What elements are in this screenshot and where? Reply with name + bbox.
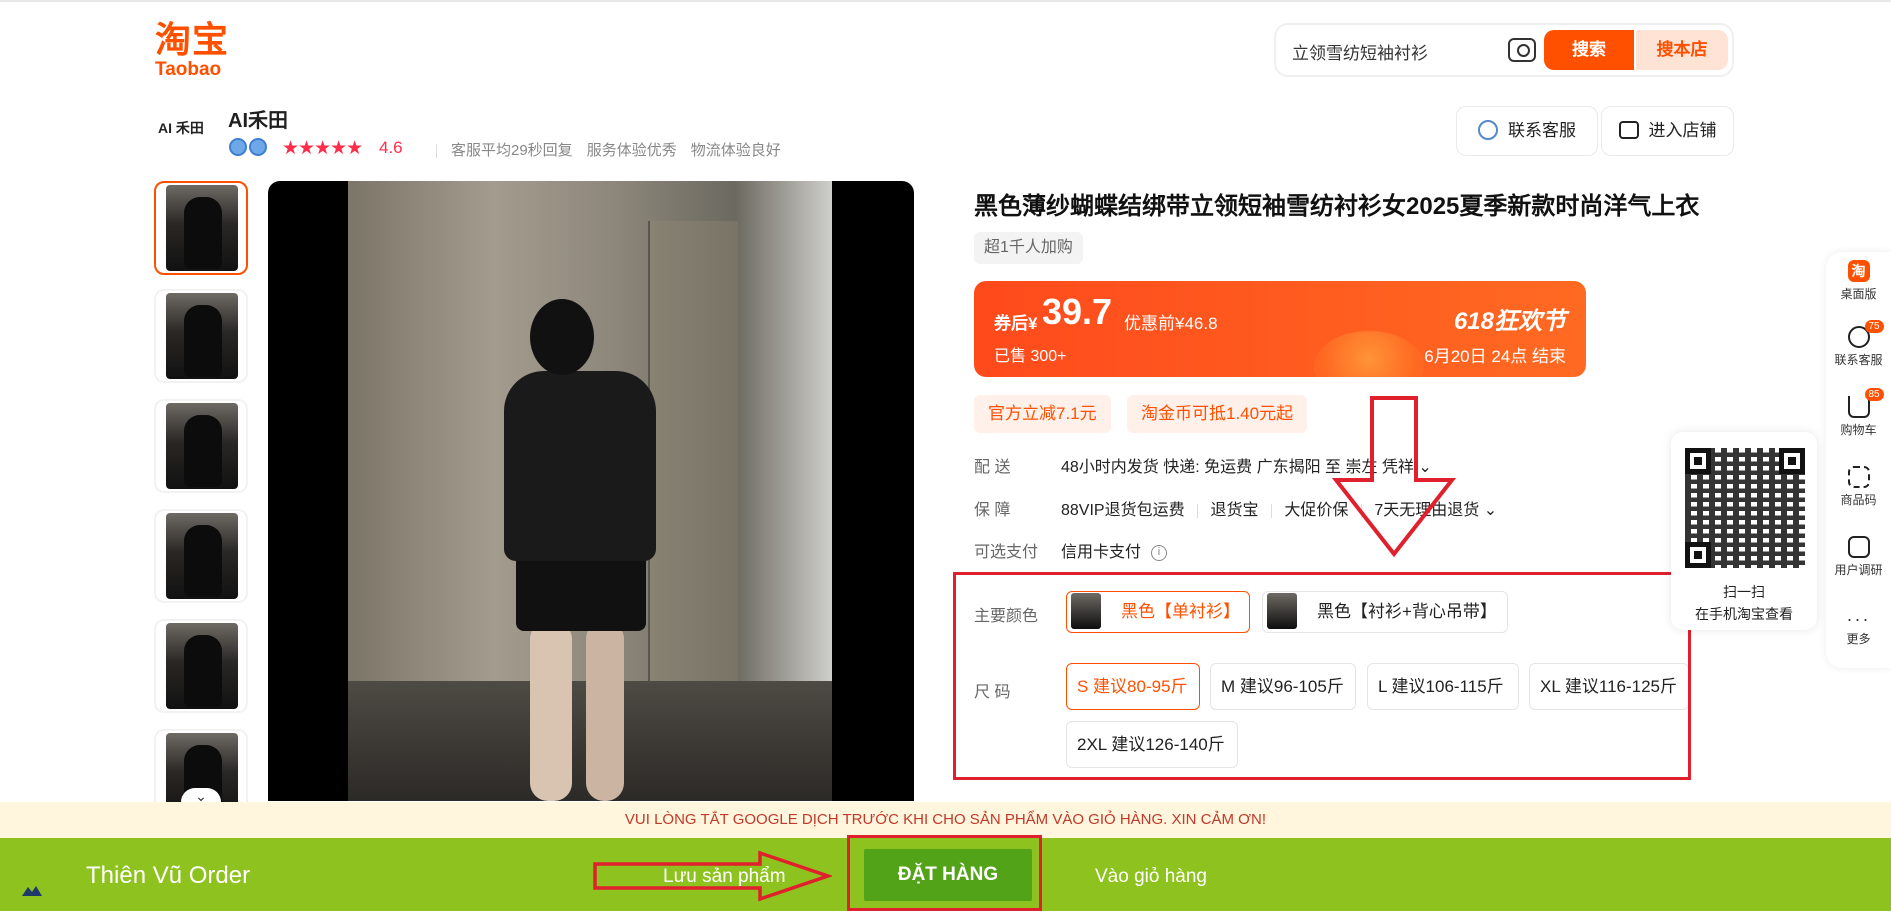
original-price: 优惠前¥46.8 (1124, 314, 1218, 333)
google-translate-warning: VUI LÒNG TẮT GOOGLE DỊCH TRƯỚC KHI CHO S… (0, 802, 1891, 838)
contact-service-label: 联系客服 (1508, 121, 1576, 140)
camera-icon[interactable] (1508, 38, 1536, 62)
price-label: 券后¥ (994, 314, 1038, 333)
thumbnail-2[interactable] (154, 289, 248, 383)
thumbnail-4[interactable] (154, 509, 248, 603)
main-product-image[interactable] (268, 181, 914, 801)
payment-method: 信用卡支付 (1061, 544, 1142, 561)
qr-code-icon (1847, 466, 1870, 488)
qr-popup: 扫一扫 在手机淘宝查看 (1671, 432, 1817, 630)
rating-stars: ★★★★★ (282, 138, 363, 159)
annotation-highlight-box (953, 572, 1691, 780)
popularity-tag: 超1千人加购 (974, 232, 1083, 264)
contact-badge: 75 (1864, 320, 1884, 333)
search-bar: 立领雪纺短袖衬衫 搜索 搜本店 (1274, 23, 1734, 77)
go-to-cart-button[interactable]: Vào giỏ hàng (1095, 866, 1207, 888)
sold-count: 已售 300+ (994, 348, 1067, 365)
guarantee-88vip: 88VIP退货包运费 (1061, 502, 1185, 519)
payment-value: 信用卡支付 i (1061, 538, 1168, 562)
order-tool-brand: Thiên Vũ Order (86, 862, 251, 889)
festival-label: 618狂欢节 (1453, 308, 1566, 335)
service-reply-time: 客服平均29秒回复 (451, 142, 573, 159)
shop-icon (1618, 121, 1639, 140)
order-tool-logo-icon (20, 884, 44, 898)
contact-service-button[interactable]: 联系客服 (1456, 106, 1598, 156)
price-panel: 券后¥ 39.7 优惠前¥46.8 已售 300+ 618狂欢节 6月20日 2… (974, 281, 1586, 377)
search-shop-button[interactable]: 搜本店 (1636, 30, 1728, 70)
taobao-icon: 淘 (1847, 260, 1870, 282)
annotation-down-arrow-icon (1332, 396, 1456, 558)
crown-badge-icon (249, 138, 267, 156)
festival-end: 6月20日 24点 结束 (1424, 347, 1566, 366)
crown-badge-icon (229, 138, 247, 156)
taobao-logo[interactable]: 淘宝 Taobao (155, 22, 245, 82)
sidebar-label: 购物车 (1840, 423, 1877, 437)
sidebar-item-desktop[interactable]: 淘 桌面版 (1826, 260, 1891, 302)
thumbnail-1[interactable] (154, 181, 248, 275)
sidebar-label: 联系客服 (1834, 353, 1883, 367)
logo-cn-text: 淘宝 (155, 20, 230, 61)
rating-score: 4.6 (379, 138, 403, 157)
chat-icon: 75 (1847, 320, 1884, 348)
sidebar-item-more[interactable]: ··· 更多 (1826, 608, 1891, 647)
top-border (0, 0, 1891, 2)
sidebar-item-contact[interactable]: 75 联系客服 (1826, 320, 1891, 368)
right-sidebar: 淘 桌面版 75 联系客服 85 购物车 商品码 用户调研 ··· 更多 (1826, 252, 1891, 668)
annotation-order-highlight (847, 835, 1042, 911)
sidebar-item-survey[interactable]: 用户调研 (1826, 536, 1891, 578)
thumbnail-3[interactable] (154, 399, 248, 493)
service-icon (1478, 120, 1498, 141)
payment-label: 可选支付 (974, 544, 1039, 561)
sidebar-label: 更多 (1846, 632, 1871, 646)
qr-caption-1: 扫一扫 (1723, 584, 1765, 600)
guarantee-return-insurance: 退货宝 (1210, 502, 1259, 519)
search-input[interactable]: 立领雪纺短袖衬衫 (1292, 39, 1428, 64)
service-metrics: 客服平均29秒回复 服务体验优秀 物流体验良好 (436, 139, 795, 160)
sidebar-label: 商品码 (1840, 493, 1877, 507)
enter-shop-label: 进入店铺 (1648, 121, 1717, 140)
sidebar-label: 桌面版 (1840, 287, 1877, 301)
logo-en-text: Taobao (155, 59, 222, 80)
coupon-official-discount[interactable]: 官方立减7.1元 (974, 395, 1111, 433)
cart-icon: 85 (1847, 388, 1884, 418)
coupon-taojinbi[interactable]: 淘金币可抵1.40元起 (1127, 395, 1308, 433)
annotation-right-arrow-icon (593, 850, 832, 902)
product-title: 黑色薄纱蝴蝶结绑带立领短袖雪纺衬衫女2025夏季新款时尚洋气上衣 (974, 193, 1700, 220)
logistics-experience: 物流体验良好 (690, 142, 781, 159)
thumbnail-5[interactable] (154, 619, 248, 713)
price-value: 39.7 (1042, 291, 1113, 332)
store-badges (229, 138, 269, 156)
enter-shop-button[interactable]: 进入店铺 (1601, 106, 1734, 156)
search-button[interactable]: 搜索 (1544, 30, 1634, 70)
delivery-label: 配 送 (974, 459, 1011, 476)
info-icon[interactable]: i (1151, 544, 1168, 561)
service-experience: 服务体验优秀 (586, 142, 677, 159)
sidebar-item-cart[interactable]: 85 购物车 (1826, 388, 1891, 438)
sidebar-item-qrcode[interactable]: 商品码 (1826, 466, 1891, 508)
cart-badge: 85 (1864, 388, 1884, 401)
guarantee-label: 保 障 (974, 502, 1011, 519)
more-icon: ··· (1846, 609, 1871, 629)
qr-caption-2: 在手机淘宝查看 (1695, 606, 1793, 622)
sidebar-label: 用户调研 (1834, 563, 1883, 577)
store-avatar[interactable]: AI 禾田 (158, 118, 204, 138)
store-name[interactable]: AI禾田 (228, 104, 288, 133)
survey-icon (1847, 536, 1870, 558)
